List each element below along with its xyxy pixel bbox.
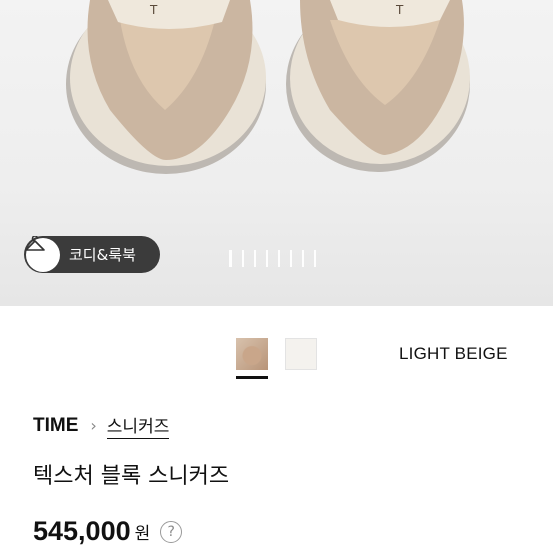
coordi-lookbook-label: 코디&룩북 (69, 246, 136, 264)
indicator-bar[interactable] (229, 250, 232, 267)
svg-text:T: T (395, 3, 404, 17)
coordi-lookbook-button[interactable]: 코디&룩북 (24, 236, 160, 273)
product-price: 545,000 (33, 516, 131, 546)
left-sneaker: T (66, 0, 266, 174)
color-swatch-white[interactable] (285, 338, 317, 370)
breadcrumb: TIME › 스니커즈 (33, 412, 170, 439)
brand-link[interactable]: TIME (33, 415, 78, 437)
price-row: 545,000 원 ? (33, 516, 183, 547)
indicator-bar[interactable] (314, 250, 316, 267)
gallery-page-indicator[interactable] (229, 250, 316, 267)
color-swatch-light-beige[interactable] (236, 338, 268, 379)
product-image-gallery[interactable]: T T 코디&룩북 (0, 0, 553, 306)
svg-text:T: T (149, 3, 158, 17)
indicator-bar[interactable] (278, 250, 280, 267)
price-help-icon[interactable]: ? (160, 520, 183, 543)
category-link[interactable]: 스니커즈 (106, 412, 170, 439)
chevron-right-icon: › (90, 416, 97, 435)
swatch-thumbnail (236, 338, 268, 370)
indicator-bar[interactable] (254, 250, 256, 267)
hanger-icon (25, 236, 60, 272)
indicator-bar[interactable] (242, 250, 244, 267)
product-title: 텍스처 블록 스니커즈 (33, 464, 230, 489)
indicator-bar[interactable] (266, 250, 268, 267)
indicator-bar[interactable] (290, 250, 292, 267)
currency-label: 원 (134, 524, 151, 544)
indicator-bar[interactable] (302, 250, 304, 267)
right-sneaker: T (286, 0, 470, 172)
selected-color-name: LIGHT BEIGE (399, 344, 508, 363)
